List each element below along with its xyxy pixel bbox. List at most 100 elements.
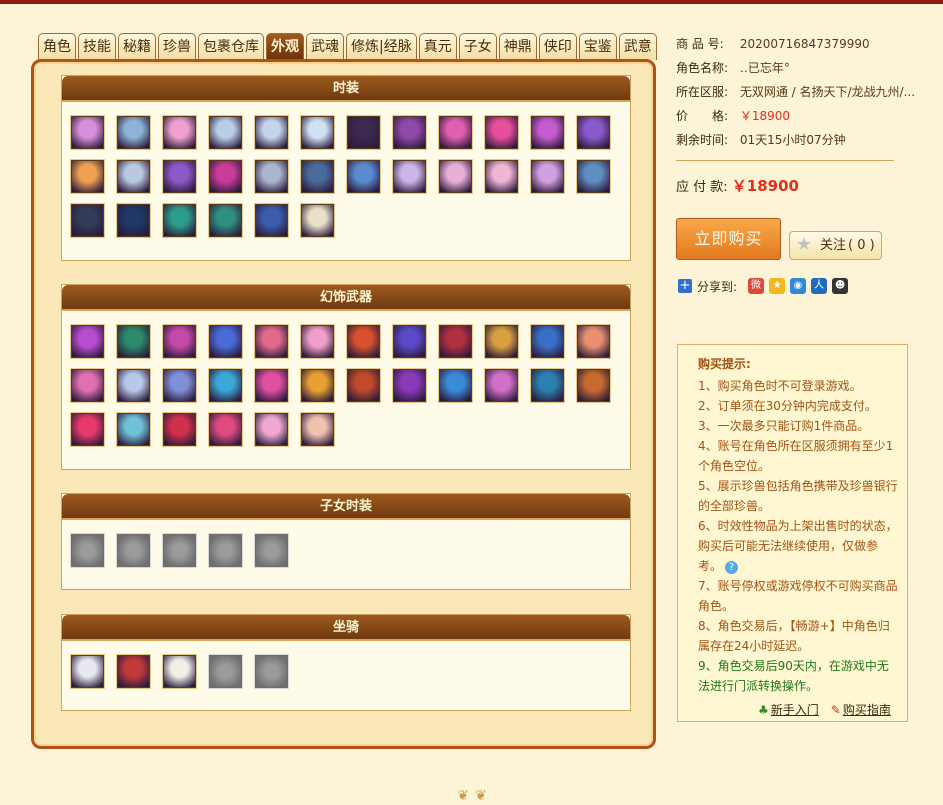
weapon-item-icon[interactable]: [255, 325, 288, 358]
weapon-item-icon[interactable]: [301, 413, 334, 446]
purchase-guide-label: 购买指南: [842, 703, 891, 717]
weapon-item-icon[interactable]: [347, 369, 380, 402]
weapon-item-icon[interactable]: [255, 413, 288, 446]
weapon-item-icon[interactable]: [439, 369, 472, 402]
weapon-item-icon[interactable]: [71, 325, 104, 358]
weapon-item-icon[interactable]: [117, 325, 150, 358]
fashion-item-icon[interactable]: [209, 160, 242, 193]
weapon-item-icon[interactable]: [301, 369, 334, 402]
tab-8[interactable]: 真元: [418, 33, 457, 60]
tab-12[interactable]: 宝鉴: [578, 33, 617, 60]
fashion-item-icon[interactable]: [71, 116, 104, 149]
fashion-item-icon[interactable]: [71, 204, 104, 237]
tab-9[interactable]: 子女: [458, 33, 497, 60]
weapon-item-icon[interactable]: [71, 413, 104, 446]
fashion-item-icon[interactable]: [301, 160, 334, 193]
weapon-item-icon[interactable]: [163, 413, 196, 446]
time-left-value: 01天15小时07分钟: [739, 133, 846, 147]
fashion-item-icon[interactable]: [393, 116, 426, 149]
tip-item: 2、订单须在30分钟内完成支付。: [698, 399, 877, 413]
fashion-item-icon[interactable]: [577, 160, 610, 193]
weapon-item-icon[interactable]: [117, 413, 150, 446]
sprout-icon: ♣: [758, 703, 769, 717]
fashion-item-icon[interactable]: [163, 116, 196, 149]
weibo-icon[interactable]: 微: [748, 278, 765, 294]
follow-label: 关注: [820, 238, 847, 253]
payable-row: 应 付 款: ￥18900: [676, 175, 799, 196]
weapon-item-icon[interactable]: [577, 369, 610, 402]
tab-7[interactable]: 修炼|经脉: [346, 33, 417, 60]
renren-icon[interactable]: 人: [811, 278, 828, 294]
mount-section: 坐骑: [61, 614, 631, 711]
weapon-item-icon[interactable]: [209, 369, 242, 402]
weapon-item-icon[interactable]: [117, 369, 150, 402]
purchase-guide-link[interactable]: ✎ 购买指南: [831, 701, 891, 718]
tab-0[interactable]: 角色: [38, 33, 76, 60]
fashion-section-title: 时装: [62, 76, 630, 102]
category-tabs: 角色 技能 秘籍 珍兽 包裹仓库 外观 武魂 修炼|经脉 真元 子女 神鼎 侠印 宝鉴 武意: [38, 33, 657, 60]
fashion-item-icon[interactable]: [117, 160, 150, 193]
tab-13[interactable]: 武意: [618, 33, 657, 60]
fashion-item-icon[interactable]: [117, 116, 150, 149]
fashion-item-icon[interactable]: [393, 160, 426, 193]
price-value: ￥18900: [739, 109, 791, 123]
tab-10[interactable]: 神鼎: [498, 33, 537, 60]
tab-5[interactable]: 外观: [266, 33, 304, 60]
buy-now-button[interactable]: 立即购买: [676, 218, 781, 260]
qzone-icon[interactable]: ★: [769, 278, 786, 294]
fashion-item-icon[interactable]: [301, 116, 334, 149]
fashion-item-icon[interactable]: [301, 204, 334, 237]
mount-item-icon[interactable]: [163, 655, 196, 688]
weapon-item-icon[interactable]: [531, 369, 564, 402]
help-icon[interactable]: ?: [725, 561, 739, 574]
payable-amount: ￥18900: [731, 177, 799, 195]
fashion-item-icon[interactable]: [347, 116, 380, 149]
fashion-item-icon[interactable]: [485, 160, 518, 193]
weapon-item-icon[interactable]: [255, 369, 288, 402]
fashion-item-icon[interactable]: [531, 160, 564, 193]
weapon-item-icon[interactable]: [485, 325, 518, 358]
role-name-value: ‥已忘年°: [739, 61, 790, 75]
tab-6[interactable]: 武魂: [306, 33, 344, 60]
beginner-guide-link[interactable]: ♣ 新手入门: [758, 701, 819, 718]
tips-links: ♣ 新手入门 ✎ 购买指南: [758, 701, 891, 718]
fashion-item-icon[interactable]: [439, 160, 472, 193]
fashion-item-icon[interactable]: [163, 160, 196, 193]
fashion-item-icon[interactable]: [531, 116, 564, 149]
weapon-item-icon[interactable]: [531, 325, 564, 358]
fashion-item-icon[interactable]: [163, 204, 196, 237]
weapon-item-icon[interactable]: [71, 369, 104, 402]
tab-2[interactable]: 秘籍: [118, 33, 156, 60]
fashion-item-icon[interactable]: [255, 160, 288, 193]
fashion-item-icon[interactable]: [255, 116, 288, 149]
weapon-item-icon[interactable]: [393, 325, 426, 358]
fashion-item-icon[interactable]: [577, 116, 610, 149]
fashion-item-icon[interactable]: [439, 116, 472, 149]
mount-item-icon[interactable]: [117, 655, 150, 688]
tab-4[interactable]: 包裹仓库: [198, 33, 264, 60]
fashion-item-icon[interactable]: [209, 204, 242, 237]
weapon-item-icon[interactable]: [347, 325, 380, 358]
fashion-item-icon[interactable]: [485, 116, 518, 149]
weapon-item-icon[interactable]: [209, 325, 242, 358]
follow-button[interactable]: ★ 关注 ( 0 ): [789, 231, 882, 260]
fashion-item-icon[interactable]: [71, 160, 104, 193]
weapon-item-icon[interactable]: [163, 325, 196, 358]
fashion-item-icon[interactable]: [255, 204, 288, 237]
fashion-item-icon[interactable]: [209, 116, 242, 149]
weapon-item-icon[interactable]: [577, 325, 610, 358]
weapon-item-icon[interactable]: [393, 369, 426, 402]
weapon-item-icon[interactable]: [209, 413, 242, 446]
tencent-weibo-icon[interactable]: ◉: [790, 278, 807, 294]
mount-item-icon[interactable]: [71, 655, 104, 688]
fashion-item-icon[interactable]: [347, 160, 380, 193]
weapon-item-icon[interactable]: [163, 369, 196, 402]
fashion-item-icon[interactable]: [117, 204, 150, 237]
tab-11[interactable]: 侠印: [538, 33, 577, 60]
weapon-item-icon[interactable]: [485, 369, 518, 402]
qq-icon[interactable]: ☻: [832, 278, 849, 294]
tab-3[interactable]: 珍兽: [158, 33, 196, 60]
weapon-item-icon[interactable]: [301, 325, 334, 358]
tab-1[interactable]: 技能: [78, 33, 116, 60]
weapon-item-icon[interactable]: [439, 325, 472, 358]
